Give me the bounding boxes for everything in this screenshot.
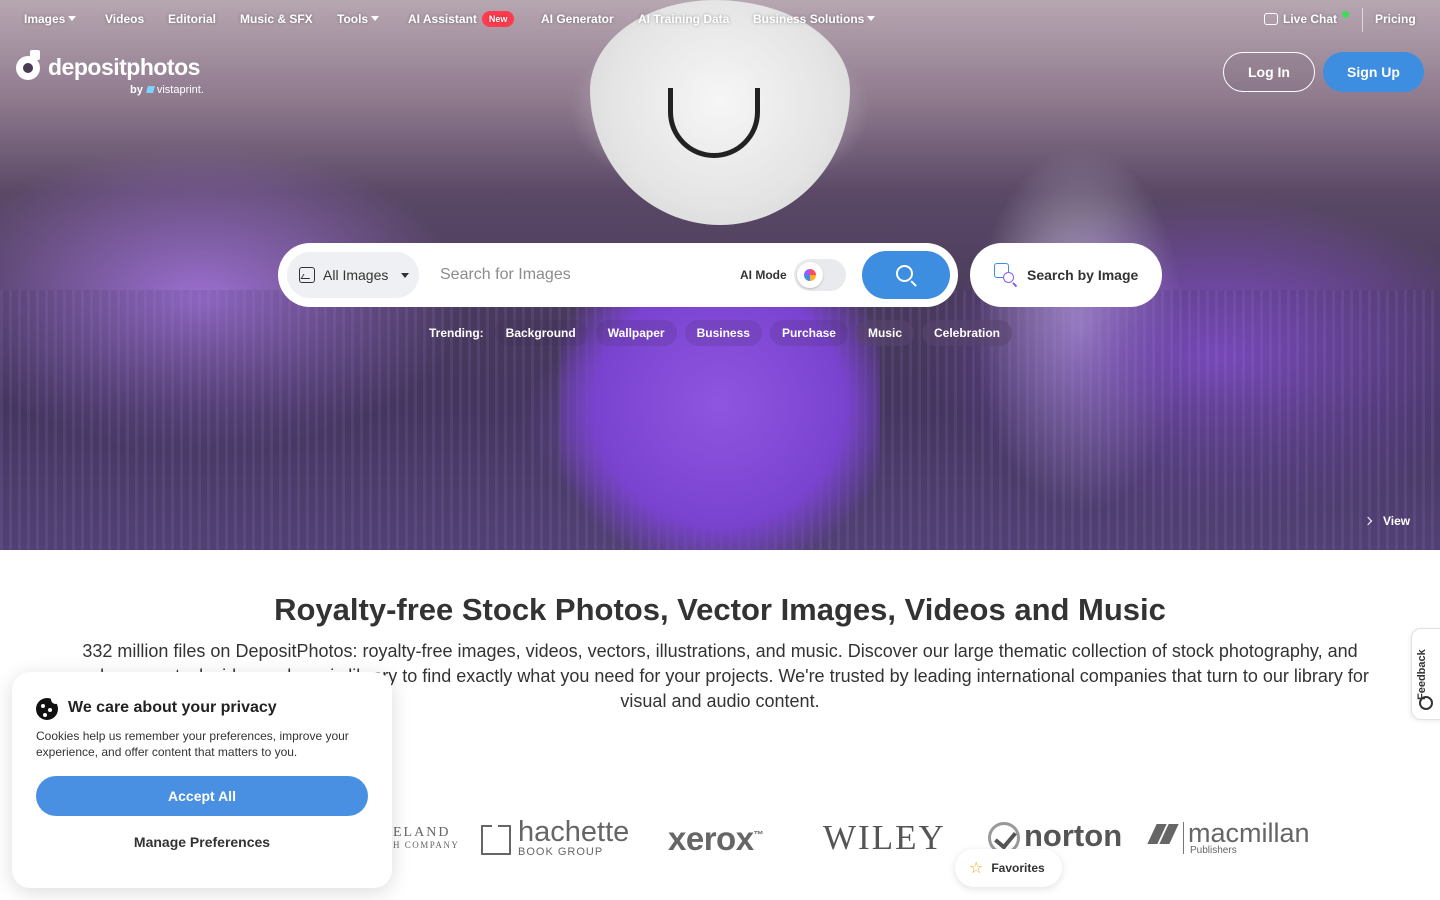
logo-notch [30,50,40,60]
ai-sparkle-icon [797,262,823,288]
trending-tag[interactable]: Music [855,320,914,346]
manage-preferences-button[interactable]: Manage Preferences [36,834,368,854]
nav-ai-training-data[interactable]: AI Training Data [638,12,729,26]
search-button[interactable] [862,251,950,299]
nav-music-sfx[interactable]: Music & SFX [240,12,313,26]
search-type-select[interactable]: All Images [287,252,419,298]
nav-business-solutions[interactable]: Business Solutions [753,12,876,26]
nav-editorial[interactable]: Editorial [168,12,216,26]
accept-all-button[interactable]: Accept All [36,776,368,816]
new-badge: New [481,11,515,27]
macmillan-logo-sub: Publishers [1190,845,1237,856]
chat-icon [1264,13,1278,25]
feedback-icon [1419,696,1433,710]
chevron-down-icon [401,272,410,278]
image-icon [299,267,315,283]
cookie-icon [36,695,60,720]
logo-byline: by vistaprint. [130,84,204,96]
top-nav: Images Videos Editorial Music & SFX Tool… [0,0,1440,40]
trending-tag[interactable]: Wallpaper [595,320,677,346]
search-icon [895,264,913,282]
search-by-image-label: Search by Image [1027,267,1139,283]
login-button[interactable]: Log In [1223,52,1315,92]
page-title: Royalty-free Stock Photos, Vector Images… [274,592,1166,627]
star-icon: ☆ [969,860,984,877]
cookie-consent-dialog: We care about your privacy Cookies help … [12,672,392,888]
search-by-image-button[interactable]: Search by Image [970,243,1162,307]
search-input[interactable] [440,261,710,289]
view-image-link[interactable]: View [1363,514,1410,528]
nav-ai-generator[interactable]: AI Generator [541,12,614,26]
image-search-icon [994,263,1018,288]
trending-tag[interactable]: Background [493,320,588,346]
macmillan-mark-icon [1147,824,1179,844]
chevron-down-icon [68,16,77,21]
ai-mode-toggle[interactable] [794,259,846,291]
macmillan-divider [1183,822,1184,854]
trending-tag[interactable]: Business [684,320,762,346]
cookie-text: Cookies help us remember your preference… [36,729,349,759]
trending-tag[interactable]: Celebration [922,320,1013,346]
logo-wordmark: depositphotos [48,54,200,80]
nav-ai-assistant[interactable]: AI Assistant New [408,11,515,27]
search-type-label: All Images [323,267,389,283]
wiley-logo: WILEY [823,818,946,857]
favorites-button[interactable]: ☆ Favorites [955,849,1062,887]
nav-tools[interactable]: Tools [337,12,380,26]
trending-label: Trending: [429,326,484,340]
feedback-label: Feedback [1416,649,1428,700]
ai-mode-label: AI Mode [740,268,787,282]
chevron-down-icon [867,16,876,21]
search-bar: All Images AI Mode [278,243,958,307]
trending-tags: Trending: Background Wallpaper Business … [418,320,1020,346]
hachette-logo-sub: BOOK GROUP [518,846,604,858]
nav-pricing[interactable]: Pricing [1375,12,1416,26]
cookie-title: We care about your privacy [68,699,277,716]
chevron-right-icon [1363,516,1373,526]
cleveland-logo: ELAND H COMPANY [393,825,460,851]
vistaprint-icon [145,86,155,93]
online-status-dot [1342,11,1349,18]
xerox-logo: xerox™ [668,820,764,857]
nav-videos[interactable]: Videos [105,12,144,26]
signup-button[interactable]: Sign Up [1323,52,1424,92]
favorites-label: Favorites [991,861,1045,875]
hachette-mark-icon [481,824,511,855]
nav-divider [1362,8,1363,32]
hachette-logo: hachette [518,816,630,848]
nav-images[interactable]: Images [24,12,77,26]
live-chat-link[interactable]: Live Chat [1264,12,1337,26]
chevron-down-icon [371,16,380,21]
trending-tag[interactable]: Purchase [769,320,848,346]
depositphotos-logo[interactable]: depositphotos by vistaprint. [16,50,216,100]
